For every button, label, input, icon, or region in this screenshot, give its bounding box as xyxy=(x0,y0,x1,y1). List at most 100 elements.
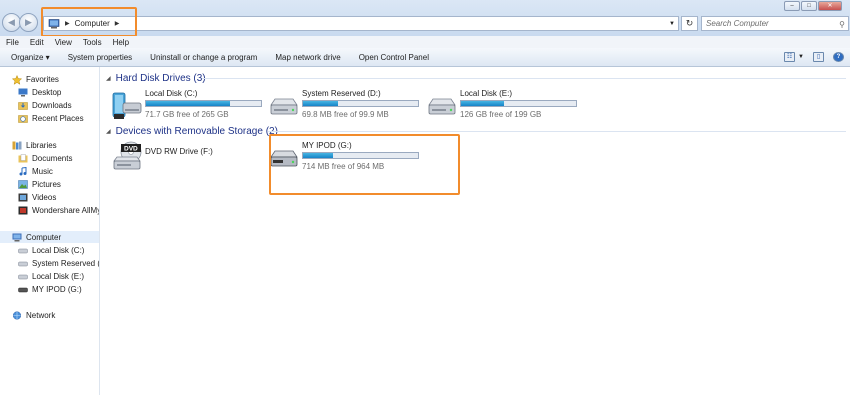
sidebar-label: Libraries xyxy=(26,140,57,150)
menu-file[interactable]: File xyxy=(6,38,19,47)
sidebar-item-desktop[interactable]: Desktop xyxy=(18,86,61,98)
recent-places-icon xyxy=(18,114,28,123)
star-icon xyxy=(11,74,23,85)
drive-local-disk-c[interactable]: Local Disk (C:) 71.7 GB free of 265 GB xyxy=(111,89,266,127)
arrow-right-icon: ▶ xyxy=(25,17,32,27)
libraries-icon xyxy=(12,141,22,150)
hard-drive-icon xyxy=(18,272,28,281)
sidebar-item-label: Recent Places xyxy=(32,113,84,123)
organize-button[interactable]: Organize ▾ xyxy=(11,53,50,62)
videos-icon xyxy=(18,193,28,202)
desktop-icon xyxy=(18,88,28,97)
drive-usage-fill xyxy=(303,101,338,106)
drive-free-space: 71.7 GB free of 265 GB xyxy=(145,110,229,119)
sidebar-item-my-ipod-g[interactable]: MY IPOD (G:) xyxy=(18,283,82,295)
toolbar-right-group: ☷ ▼ ▯ ? xyxy=(775,52,844,62)
sidebar-item-recent-places[interactable]: Recent Places xyxy=(18,112,84,124)
sidebar-item-videos[interactable]: Videos xyxy=(18,191,56,203)
sidebar-item-system-reserved-d[interactable]: System Reserved (D: xyxy=(18,257,99,269)
menu-view[interactable]: View xyxy=(55,38,72,47)
drive-usage-bar xyxy=(302,100,419,107)
sidebar-item-documents[interactable]: Documents xyxy=(18,152,72,164)
drive-local-disk-e[interactable]: Local Disk (E:) 126 GB free of 199 GB xyxy=(426,89,581,127)
drive-system-reserved-d[interactable]: System Reserved (D:) 69.8 MB free of 99.… xyxy=(268,89,423,127)
wondershare-library-icon xyxy=(18,206,28,215)
arrow-left-icon: ◀ xyxy=(8,17,15,27)
documents-icon xyxy=(18,153,28,163)
search-icon[interactable]: ⚲ xyxy=(839,18,845,31)
address-bar[interactable]: ▶ Computer ▶ ▼ xyxy=(43,16,679,31)
maximize-button[interactable]: □ xyxy=(801,1,817,11)
help-icon[interactable]: ? xyxy=(833,52,844,62)
group-header-hard-disk-drives[interactable]: ◢ Hard Disk Drives (3) xyxy=(106,71,846,85)
minimize-button[interactable]: – xyxy=(784,1,800,11)
sidebar-item-label: Documents xyxy=(32,153,73,163)
pictures-icon xyxy=(18,179,28,189)
sidebar-label: Favorites xyxy=(26,74,59,84)
sidebar-item-music[interactable]: Music xyxy=(18,165,53,177)
drive-usage-bar xyxy=(460,100,577,107)
system-properties-button[interactable]: System properties xyxy=(68,53,132,62)
navigation-pane: Favorites Desktop Downloads Recent Place… xyxy=(0,67,100,395)
group-header-label: Devices with Removable Storage (2) xyxy=(115,125,278,137)
group-divider xyxy=(202,78,846,79)
sidebar-item-label: Pictures xyxy=(32,179,61,189)
sidebar-favorites[interactable]: Favorites xyxy=(11,73,59,85)
sidebar-item-pictures[interactable]: Pictures xyxy=(18,178,61,190)
sidebar-network[interactable]: Network xyxy=(12,309,55,321)
downloads-folder-icon xyxy=(18,101,28,110)
sidebar-item-local-disk-e[interactable]: Local Disk (E:) xyxy=(18,270,84,282)
command-toolbar: Organize ▾ System properties Uninstall o… xyxy=(0,48,850,67)
group-divider xyxy=(268,131,846,132)
window-controls: – □ ✕ xyxy=(783,1,842,11)
annotation-highlight-ipod xyxy=(269,134,460,195)
system-drive-icon xyxy=(111,89,143,119)
drive-usage-fill xyxy=(146,101,230,106)
hard-drive-icon xyxy=(426,93,458,123)
hard-drive-icon xyxy=(18,246,28,255)
sidebar-item-label: Local Disk (E:) xyxy=(32,271,85,281)
music-icon xyxy=(18,166,28,176)
network-icon xyxy=(12,310,22,320)
computer-icon xyxy=(12,233,22,242)
sidebar-label: Network xyxy=(26,310,56,320)
group-header-label: Hard Disk Drives (3) xyxy=(115,72,206,84)
collapse-triangle-icon[interactable]: ◢ xyxy=(106,128,111,135)
refresh-icon: ↻ xyxy=(685,18,694,28)
drive-name: Local Disk (C:) xyxy=(145,89,198,98)
dvd-drive-icon: DVD xyxy=(111,141,143,171)
drive-name: System Reserved (D:) xyxy=(302,89,381,98)
drive-free-space: 126 GB free of 199 GB xyxy=(460,110,542,119)
menu-help[interactable]: Help xyxy=(113,38,129,47)
forward-button[interactable]: ▶ xyxy=(19,13,38,32)
sidebar-item-downloads[interactable]: Downloads xyxy=(18,99,72,111)
sidebar-libraries[interactable]: Libraries xyxy=(12,139,57,151)
change-view-icon[interactable]: ☷ xyxy=(784,52,796,62)
collapse-triangle-icon[interactable]: ◢ xyxy=(106,75,111,82)
search-placeholder: Search Computer xyxy=(706,19,769,28)
menu-edit[interactable]: Edit xyxy=(30,38,44,47)
drive-dvd-rw-f[interactable]: DVD DVD RW Drive (F:) xyxy=(111,141,261,179)
content-pane: ◢ Hard Disk Drives (3) Local Disk (C:) 7… xyxy=(101,67,850,395)
view-dropdown-icon[interactable]: ▼ xyxy=(798,54,804,60)
drive-name: Local Disk (E:) xyxy=(460,89,513,98)
sidebar-item-local-disk-c[interactable]: Local Disk (C:) xyxy=(18,244,84,256)
close-button[interactable]: ✕ xyxy=(818,1,842,11)
uninstall-program-button[interactable]: Uninstall or change a program xyxy=(150,53,257,62)
sidebar-item-label: MY IPOD (G:) xyxy=(32,284,82,294)
sidebar-item-label: Desktop xyxy=(32,87,62,97)
search-input[interactable]: Search Computer ⚲ xyxy=(701,16,849,31)
drive-name: DVD RW Drive (F:) xyxy=(145,147,213,156)
group-header-removable-storage[interactable]: ◢ Devices with Removable Storage (2) xyxy=(106,124,846,138)
sidebar-computer[interactable]: Computer xyxy=(0,231,99,243)
map-network-drive-button[interactable]: Map network drive xyxy=(275,53,340,62)
open-control-panel-button[interactable]: Open Control Panel xyxy=(359,53,429,62)
refresh-button[interactable]: ↻ xyxy=(681,16,698,31)
sidebar-item-label: Music xyxy=(32,166,53,176)
menu-tools[interactable]: Tools xyxy=(83,38,102,47)
sidebar-item-label: Local Disk (C:) xyxy=(32,245,85,255)
preview-pane-icon[interactable]: ▯ xyxy=(813,52,824,62)
sidebar-item-wondershare[interactable]: Wondershare AllMy xyxy=(18,204,99,216)
drive-usage-bar xyxy=(145,100,262,107)
address-dropdown-icon[interactable]: ▼ xyxy=(669,21,675,27)
